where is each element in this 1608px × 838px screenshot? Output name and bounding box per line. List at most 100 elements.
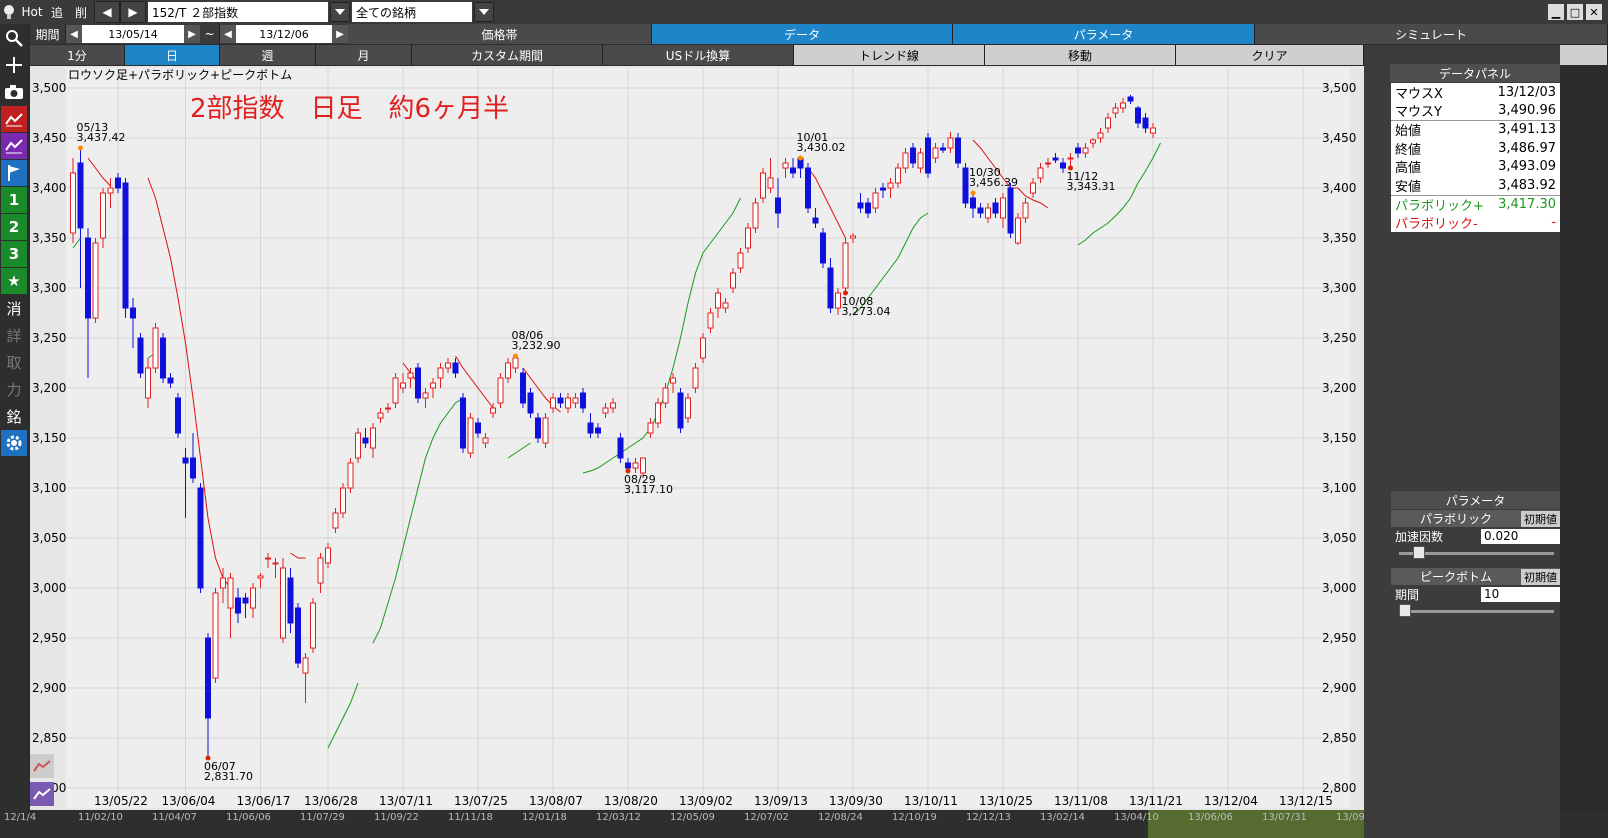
accel-factor-slider-thumb[interactable] — [1413, 546, 1426, 559]
data-row-label: マウスY — [1395, 105, 1442, 121]
data-row-label: 安値 — [1395, 179, 1422, 195]
next-symbol-button[interactable]: ▶ — [120, 1, 146, 23]
price-chart[interactable]: 2,800 2,850 2,900 2,950 3,000 3,050 3,100 3,150… — [30, 66, 1364, 810]
camera-icon[interactable] — [1, 79, 27, 105]
close-icon[interactable]: ✕ — [1586, 4, 1602, 20]
gear-icon[interactable] — [1, 430, 27, 456]
symbol-dropdown-icon[interactable] — [330, 2, 350, 22]
top-toolbar: Hot 追 削 ◀ ▶ 152/T ２部指数 全ての銘柄 ▁ □ ✕ — [0, 0, 1608, 24]
x-tick-label: 13/10/11 — [904, 794, 958, 808]
slot-3-button[interactable]: 3 — [1, 241, 27, 267]
fetch-button[interactable]: 取 — [1, 349, 27, 375]
tab-data[interactable]: データ — [652, 24, 953, 44]
candle-body — [752, 202, 759, 229]
mini-chart-icon-1[interactable] — [30, 754, 54, 778]
candle-body — [1090, 139, 1096, 144]
peak-marker — [970, 190, 976, 196]
parameter-header: パラメータ — [1391, 491, 1560, 509]
candle-body — [760, 172, 766, 199]
maximize-icon[interactable]: □ — [1567, 4, 1583, 20]
period-param-input[interactable]: 10 — [1481, 587, 1560, 602]
candle-body — [385, 407, 391, 410]
minimize-icon[interactable]: ▁ — [1548, 4, 1564, 20]
accel-factor-input[interactable]: 0.020 — [1481, 529, 1560, 544]
candle-body — [1097, 132, 1104, 139]
candle-body — [190, 457, 196, 479]
chart-red-icon[interactable] — [1, 106, 27, 132]
candle-body — [737, 252, 744, 269]
candle-body — [617, 437, 624, 459]
date-from-field[interactable]: 13/05/14 — [82, 25, 184, 43]
overview-tick-label: 13/02/14 — [1040, 812, 1085, 823]
candle-body — [707, 312, 714, 329]
candle-body — [610, 402, 616, 409]
symbol-field[interactable]: 152/T ２部指数 — [148, 2, 328, 22]
chart-svg[interactable]: 2,800 2,850 2,900 2,950 3,000 3,050 3,100 3,150… — [30, 66, 1364, 810]
period-param-slider[interactable] — [1391, 604, 1560, 618]
tab-parameter[interactable]: パラメータ — [953, 24, 1255, 44]
chart-purple-icon[interactable] — [1, 133, 27, 159]
data-row-value: 3,486.97 — [1498, 140, 1556, 156]
candle-body — [205, 637, 211, 719]
tab-custom-period[interactable]: カスタム期間 — [412, 45, 603, 65]
candle-body — [1000, 197, 1006, 219]
filter-dropdown-icon[interactable] — [474, 2, 494, 22]
candle-body — [1120, 102, 1126, 109]
candle-body — [910, 147, 916, 164]
add-button[interactable]: 追 — [46, 1, 68, 23]
star-icon[interactable]: ★ — [1, 268, 27, 294]
candle-body — [520, 372, 526, 404]
stock-button[interactable]: 銘 — [1, 403, 27, 429]
date-to-next-icon[interactable]: ▶ — [332, 25, 348, 43]
prev-symbol-button[interactable]: ◀ — [94, 1, 120, 23]
candle-body — [325, 547, 331, 564]
tab-daily[interactable]: 日 — [125, 45, 220, 65]
candle-body — [820, 232, 826, 264]
date-to-field[interactable]: 13/12/06 — [236, 25, 332, 43]
crosshair-icon[interactable] — [1, 52, 27, 78]
candle-body — [475, 422, 481, 434]
clear-button[interactable]: クリア — [1176, 45, 1364, 65]
power-button[interactable]: 力 — [1, 376, 27, 402]
tab-simulate[interactable]: シミュレート — [1255, 24, 1608, 44]
candle-body — [700, 337, 706, 359]
filter-field[interactable]: 全ての銘柄 — [352, 2, 472, 22]
candle-body — [872, 192, 879, 209]
trendline-button[interactable]: トレンド線 — [794, 45, 985, 65]
x-tick-label: 13/08/20 — [604, 794, 658, 808]
tab-1min[interactable]: 1分 — [30, 45, 125, 65]
erase-button[interactable]: 消 — [1, 295, 27, 321]
x-tick-label: 13/10/25 — [979, 794, 1033, 808]
move-button[interactable]: 移動 — [985, 45, 1176, 65]
data-row-label: 終値 — [1395, 142, 1422, 158]
x-tick-label: 13/06/28 — [304, 794, 358, 808]
lightbulb-icon[interactable] — [0, 1, 18, 23]
flag-icon[interactable] — [1, 160, 27, 186]
tab-weekly[interactable]: 週 — [220, 45, 316, 65]
period-param-slider-thumb[interactable] — [1399, 604, 1411, 617]
slot-2-button[interactable]: 2 — [1, 214, 27, 240]
hot-button[interactable]: Hot — [18, 1, 46, 23]
parabolic-reset-button[interactable]: 初期値 — [1521, 510, 1560, 527]
candle-body — [250, 587, 256, 609]
overview-tick-label: 12/03/12 — [596, 812, 641, 823]
date-from-prev-icon[interactable]: ◀ — [66, 25, 82, 43]
candle-body — [130, 307, 136, 319]
mini-chart-icon-2[interactable] — [30, 782, 54, 806]
tab-monthly[interactable]: 月 — [316, 45, 412, 65]
peakbottom-reset-button[interactable]: 初期値 — [1521, 568, 1560, 585]
period-param-label: 期間 — [1395, 588, 1420, 602]
data-row: 始値 3,491.13 — [1391, 120, 1560, 139]
search-icon[interactable] — [1, 25, 27, 51]
tab-price-band[interactable]: 価格帯 — [348, 24, 652, 44]
accel-factor-slider[interactable] — [1391, 546, 1560, 560]
data-panel: マウスX 13/12/03 マウスY 3,490.96 始値 3,491.13 終値 3,48… — [1391, 83, 1560, 232]
y-tick-label: 3,250 — [1322, 331, 1356, 345]
date-to-prev-icon[interactable]: ◀ — [220, 25, 236, 43]
date-from-next-icon[interactable]: ▶ — [184, 25, 200, 43]
slot-1-button[interactable]: 1 — [1, 187, 27, 213]
delete-button[interactable]: 削 — [68, 1, 94, 23]
tab-usd-convert[interactable]: USドル換算 — [603, 45, 794, 65]
candle-body — [767, 177, 774, 189]
detail-button[interactable]: 詳 — [1, 322, 27, 348]
